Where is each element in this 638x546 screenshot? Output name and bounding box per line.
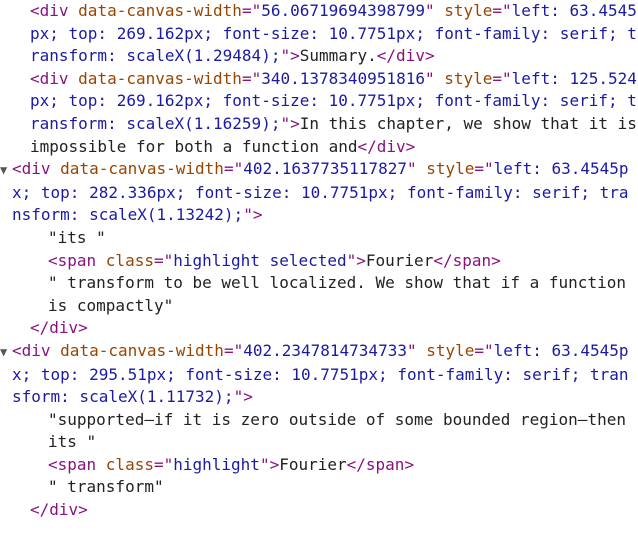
attr-name[interactable]: style bbox=[444, 1, 492, 20]
attr-name[interactable]: style bbox=[426, 341, 474, 360]
node-text[interactable]: Fourier bbox=[279, 455, 346, 474]
text-node[interactable]: " transform" bbox=[0, 476, 638, 499]
attr-value[interactable]: highlight bbox=[173, 455, 260, 474]
closing-tag: </div> bbox=[30, 318, 88, 338]
attr-name[interactable]: data-canvas-width bbox=[78, 69, 242, 88]
closing-tag: </div> bbox=[30, 500, 88, 520]
span-node-highlight-selected[interactable]: <span class="highlight selected">Fourier… bbox=[0, 250, 638, 273]
attr-value[interactable]: highlight selected bbox=[173, 251, 346, 270]
element-node-chapter-text[interactable]: <div data-canvas-width="340.137834095181… bbox=[0, 68, 638, 158]
expand-triangle-icon[interactable]: ▼ bbox=[0, 159, 12, 182]
attr-name[interactable]: data-canvas-width bbox=[78, 1, 242, 20]
node-text[interactable]: Fourier bbox=[366, 251, 433, 270]
attr-value[interactable]: 402.2347814734733 bbox=[243, 341, 407, 360]
attr-name[interactable]: class bbox=[106, 251, 154, 270]
attr-value[interactable]: 340.1378340951816 bbox=[261, 69, 425, 88]
attr-name[interactable]: class bbox=[106, 455, 154, 474]
element-node-summary[interactable]: <div data-canvas-width="56.0671969439879… bbox=[0, 0, 638, 68]
span-node-highlight[interactable]: <span class="highlight">Fourier</span> bbox=[0, 454, 638, 477]
attr-name[interactable]: style bbox=[426, 159, 474, 178]
attr-name[interactable]: data-canvas-width bbox=[60, 341, 224, 360]
attr-name[interactable]: style bbox=[444, 69, 492, 88]
text-node[interactable]: "supported—if it is zero outside of some… bbox=[0, 409, 638, 454]
node-text[interactable]: Summary. bbox=[300, 46, 377, 65]
text-node[interactable]: " transform to be well localized. We sho… bbox=[0, 272, 638, 317]
element-node-expanded-2[interactable]: ▼ <div data-canvas-width="402.23478147347… bbox=[0, 340, 638, 409]
text-node[interactable]: "its " bbox=[0, 227, 638, 250]
expand-triangle-icon[interactable]: ▼ bbox=[0, 341, 12, 364]
attr-name[interactable]: data-canvas-width bbox=[60, 159, 224, 178]
element-node-expanded-1[interactable]: ▼ <div data-canvas-width="402.16377351178… bbox=[0, 158, 638, 227]
attr-value[interactable]: 402.1637735117827 bbox=[243, 159, 407, 178]
attr-value[interactable]: 56.06719694398799 bbox=[261, 1, 425, 20]
dom-inspector-panel: <div data-canvas-width="56.0671969439879… bbox=[0, 0, 638, 546]
